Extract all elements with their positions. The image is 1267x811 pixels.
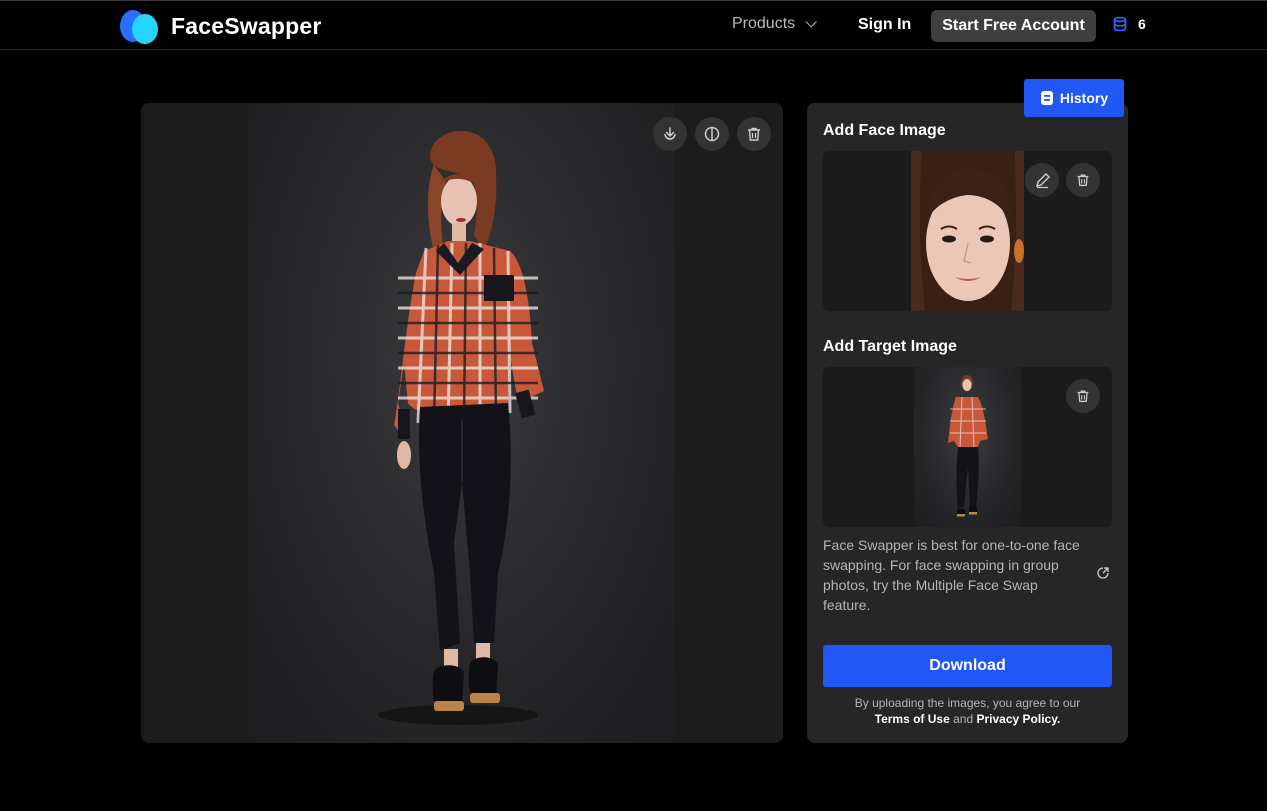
legal-notice: By uploading the images, you agree to ou… <box>823 695 1112 727</box>
legal-and: and <box>953 712 974 726</box>
swap-panel: Add Face Image Add Target Image Face Swa… <box>807 103 1128 743</box>
privacy-policy-link[interactable]: Privacy Policy. <box>977 712 1061 726</box>
target-image-box[interactable] <box>823 367 1112 527</box>
products-menu[interactable]: Products <box>732 15 817 33</box>
download-icon <box>664 127 676 140</box>
face-image-box[interactable] <box>823 151 1112 311</box>
face-image-title: Add Face Image <box>823 122 946 139</box>
result-preview <box>141 103 783 743</box>
legal-prefix: By uploading the images, you agree to ou… <box>854 696 1081 710</box>
delete-face-button[interactable] <box>1066 163 1100 197</box>
terms-of-use-link[interactable]: Terms of Use <box>875 712 950 726</box>
edit-face-button[interactable] <box>1025 163 1059 197</box>
start-free-account-button[interactable]: Start Free Account <box>931 10 1096 42</box>
download-result-button[interactable] <box>653 117 687 151</box>
top-nav: FaceSwapper Products Sign In Start Free … <box>0 0 1267 50</box>
pencil-icon <box>1035 172 1050 188</box>
sign-in-link[interactable]: Sign In <box>858 16 911 34</box>
history-icon <box>1040 91 1053 105</box>
compare-button[interactable] <box>695 117 729 151</box>
external-link-icon[interactable] <box>1096 566 1110 585</box>
products-label: Products <box>732 15 796 32</box>
credits-counter[interactable]: 6 <box>1112 16 1146 32</box>
download-button[interactable]: Download <box>823 645 1112 687</box>
face-image <box>911 151 1024 311</box>
brand-name: FaceSwapper <box>171 12 322 39</box>
credits-count: 6 <box>1138 16 1146 32</box>
compare-icon <box>704 126 720 142</box>
delete-target-button[interactable] <box>1066 379 1100 413</box>
logo-mark-icon <box>120 7 160 45</box>
usage-note: Face Swapper is best for one-to-one face… <box>823 537 1080 613</box>
trash-icon <box>1077 390 1089 402</box>
brand-logo[interactable]: FaceSwapper <box>120 7 322 45</box>
delete-result-button[interactable] <box>737 117 771 151</box>
history-label: History <box>1059 90 1109 106</box>
chevron-down-icon <box>805 16 817 28</box>
history-button[interactable]: History <box>1024 79 1124 117</box>
target-image <box>914 367 1021 527</box>
target-image-title: Add Target Image <box>823 338 957 355</box>
trash-icon <box>1077 174 1089 186</box>
credits-icon <box>1113 16 1127 32</box>
result-image <box>248 103 675 743</box>
trash-icon <box>748 127 760 141</box>
